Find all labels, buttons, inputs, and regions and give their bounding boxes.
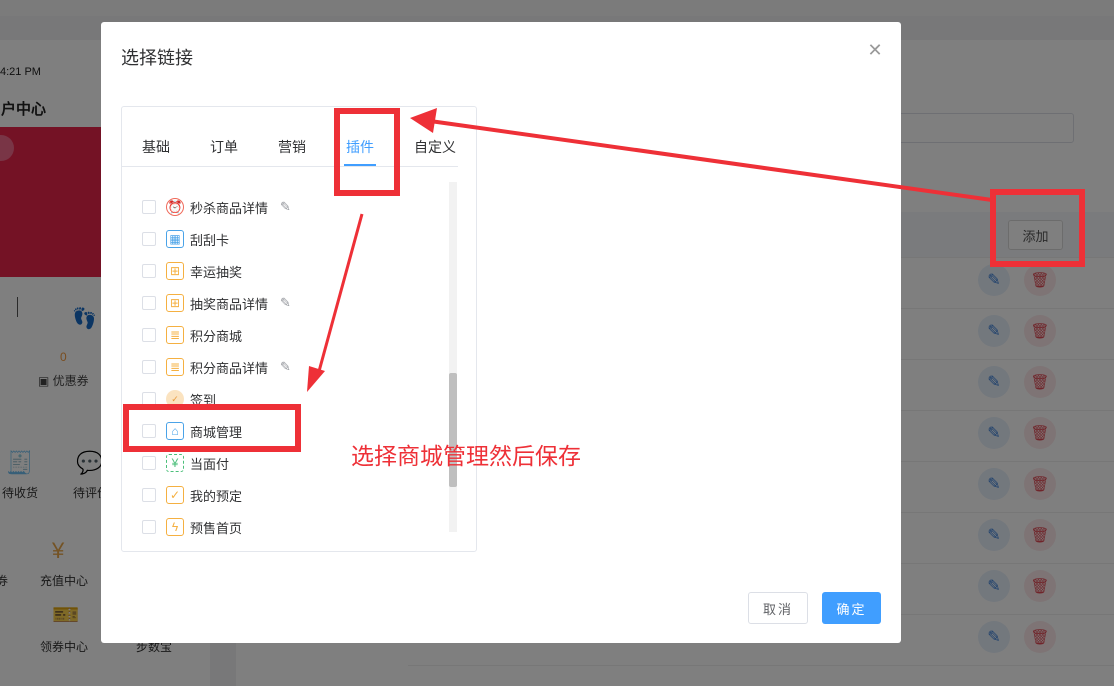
arrow-to-store-manage — [316, 213, 364, 376]
arrow-to-plugins-tab — [429, 119, 993, 202]
arrowhead — [410, 108, 437, 133]
annotation-arrows — [307, 108, 993, 392]
arrowhead — [307, 366, 325, 392]
annotation-instruction: 选择商城管理然后保存 — [351, 443, 581, 469]
